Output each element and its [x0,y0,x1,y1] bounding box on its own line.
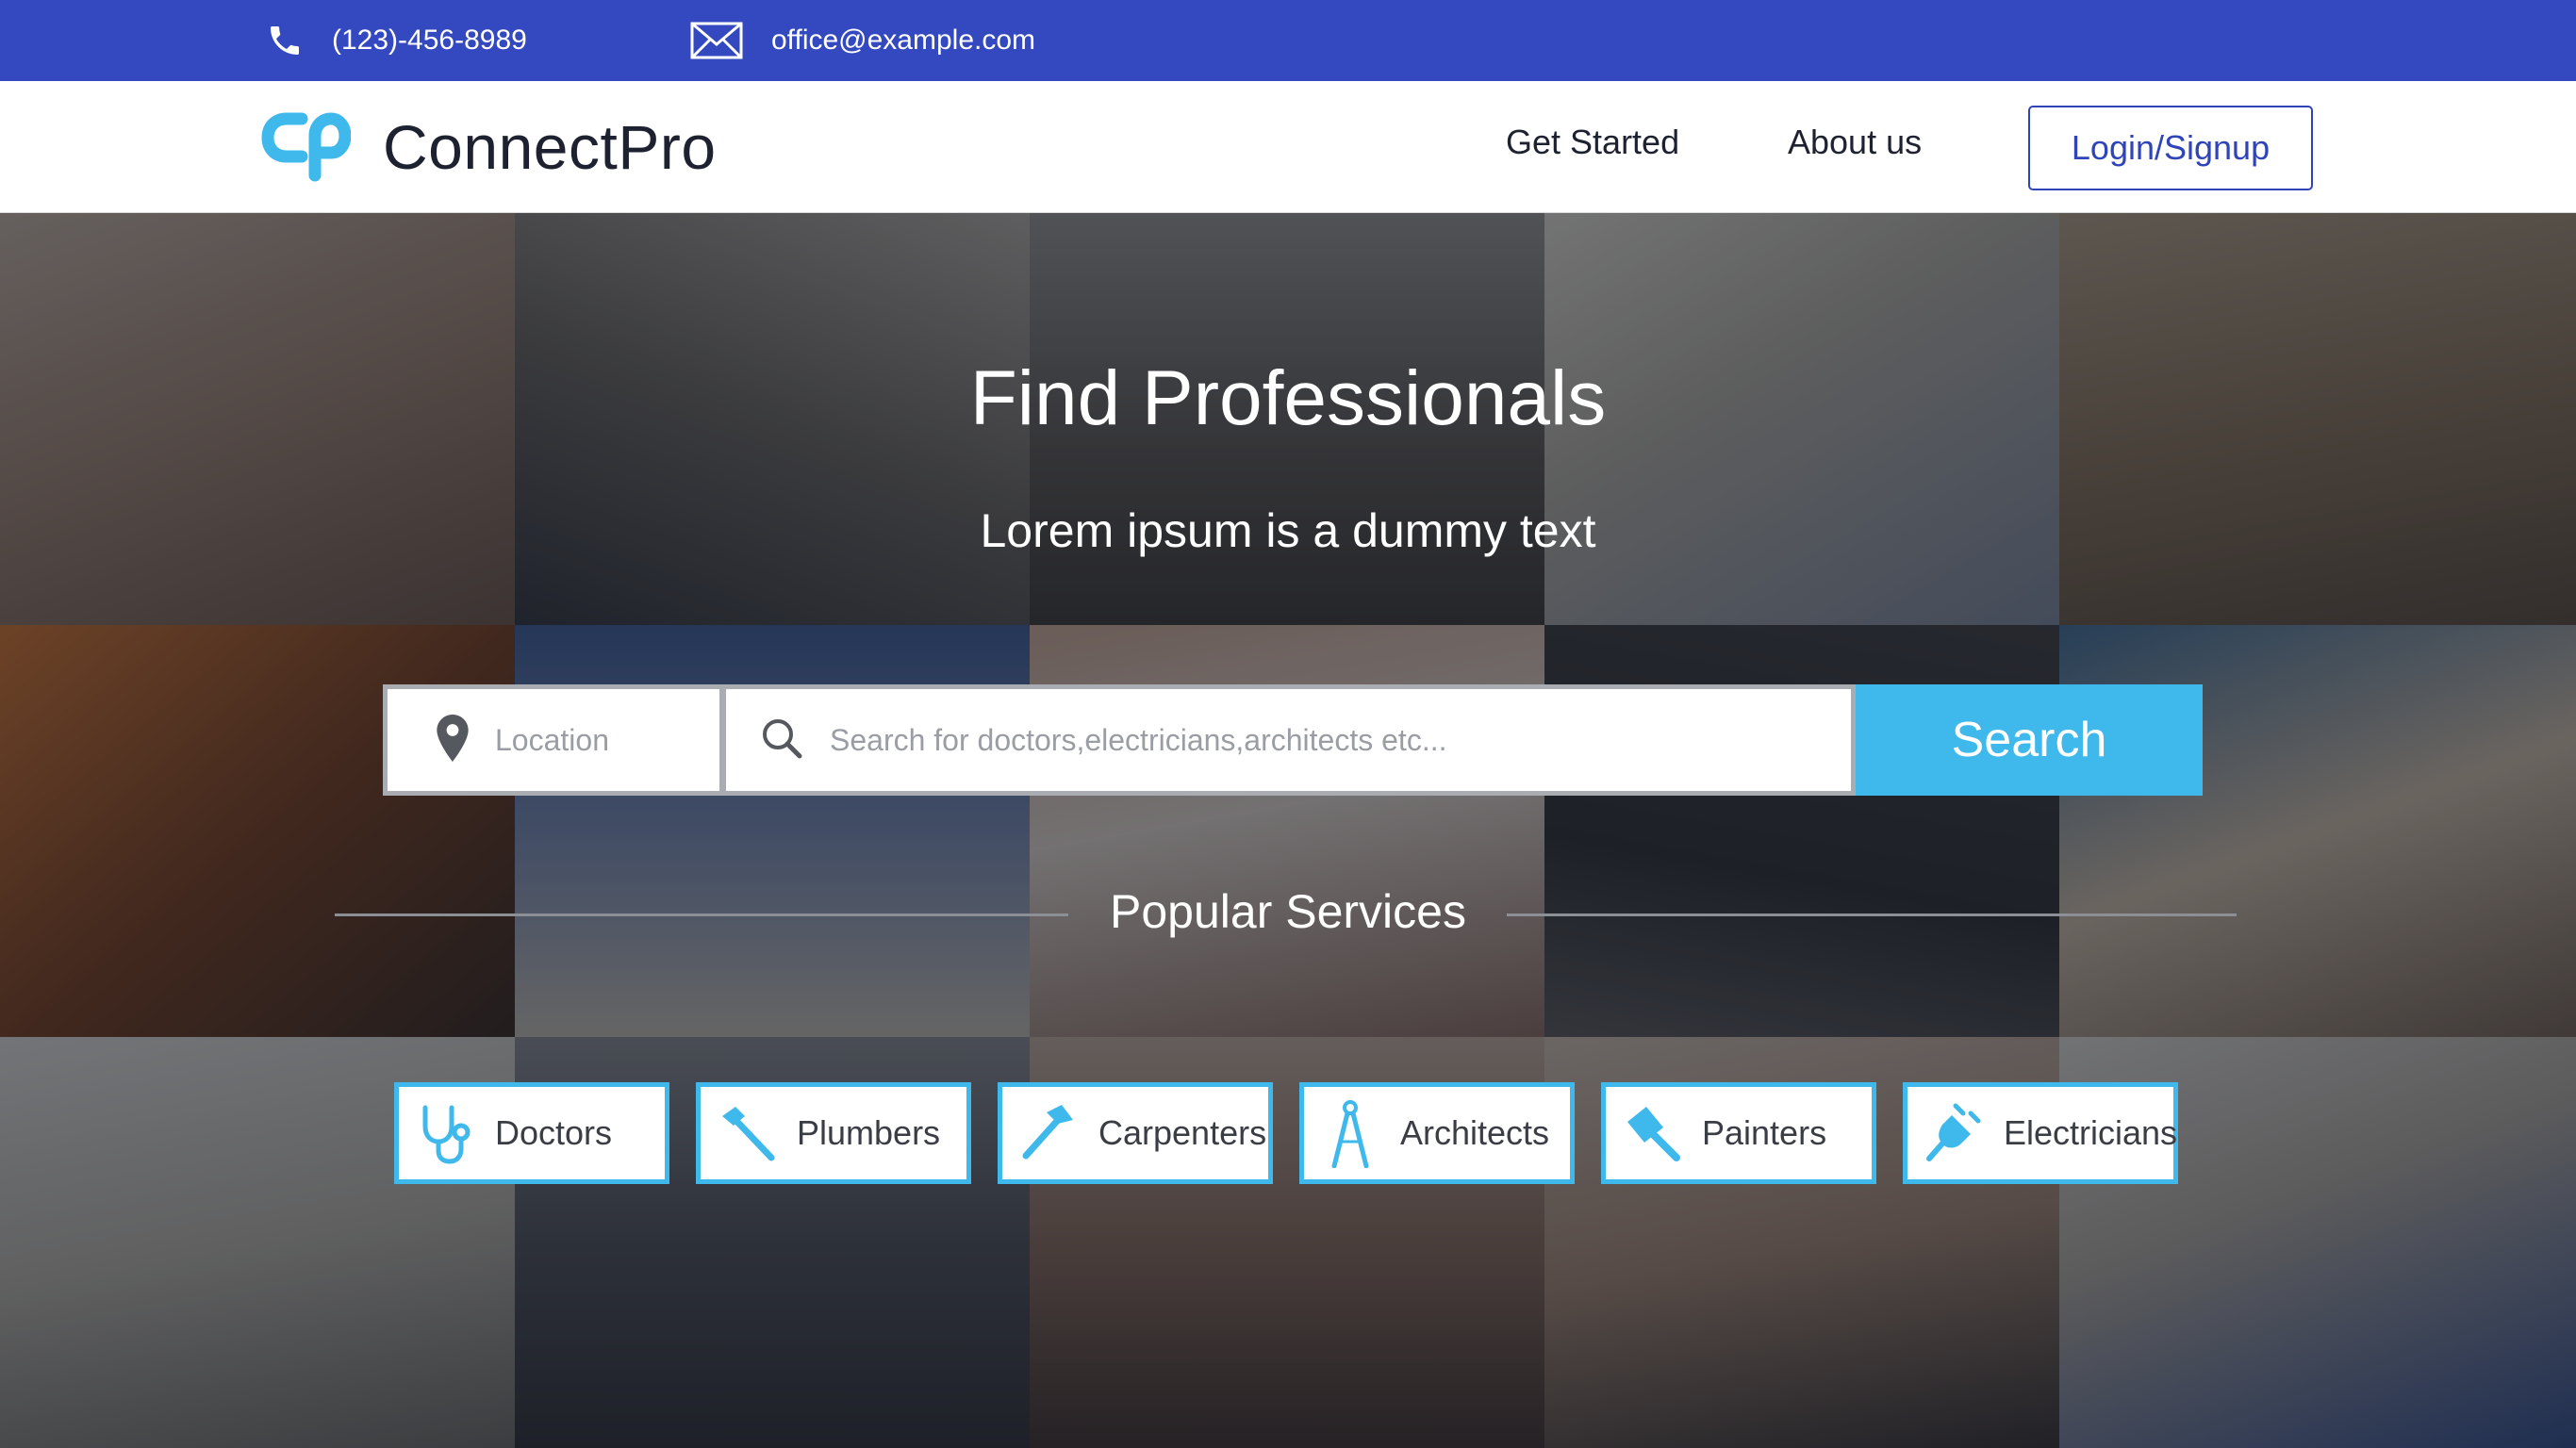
hammer-icon [1016,1100,1082,1166]
plug-icon [1921,1100,1987,1166]
magnifier-icon [760,716,803,765]
paint-roller-icon [1619,1100,1685,1166]
location-field[interactable] [383,684,724,796]
service-architects[interactable]: Architects [1299,1082,1575,1184]
service-plumbers[interactable]: Plumbers [696,1082,971,1184]
service-label: Architects [1400,1113,1550,1152]
search-input[interactable] [828,721,1827,759]
contact-phone[interactable]: (123)-456-8989 [266,0,527,81]
service-painters[interactable]: Painters [1601,1082,1876,1184]
phone-icon [266,22,304,59]
cp-logo-icon [260,107,352,188]
envelope-icon [690,22,743,59]
location-input[interactable] [493,721,682,759]
service-label: Electricians [2004,1113,2178,1152]
hero-subtitle: Lorem ipsum is a dummy text [980,504,1596,557]
hero-section: Find Professionals Lorem ipsum is a dumm… [0,213,2576,1448]
service-carpenters[interactable]: Carpenters [998,1082,1273,1184]
popular-services-title: Popular Services [1110,885,1466,938]
search-button[interactable]: Search [1856,684,2203,796]
popular-services-list: Doctors Plumbers Carpenters Architects P… [394,1082,2204,1184]
login-signup-button[interactable]: Login/Signup [2028,106,2313,190]
contact-bar: (123)-456-8989 office@example.com [0,0,2576,81]
service-label: Painters [1702,1113,1827,1152]
map-pin-icon [437,714,469,766]
service-label: Carpenters [1098,1113,1267,1152]
nav-get-started[interactable]: Get Started [1506,123,1679,162]
email-address: office@example.com [771,25,1036,56]
service-doctors[interactable]: Doctors [394,1082,669,1184]
compass-icon [1317,1100,1383,1168]
nav-about-us[interactable]: About us [1788,123,1922,162]
query-field[interactable] [724,684,1856,796]
brand-logo-link[interactable]: ConnectPro [260,107,717,187]
service-electricians[interactable]: Electricians [1903,1082,2178,1184]
brand-name: ConnectPro [383,112,717,182]
main-navbar: ConnectPro Get Started About us Login/Si… [0,81,2576,213]
search-bar: Search [383,684,2203,796]
contact-email[interactable]: office@example.com [690,0,1035,81]
stethoscope-icon [412,1100,478,1166]
service-label: Doctors [495,1113,613,1152]
hammer-icon [714,1100,780,1166]
hero-title: Find Professionals [969,355,1607,441]
service-label: Plumbers [797,1113,941,1152]
phone-number: (123)-456-8989 [332,25,527,56]
